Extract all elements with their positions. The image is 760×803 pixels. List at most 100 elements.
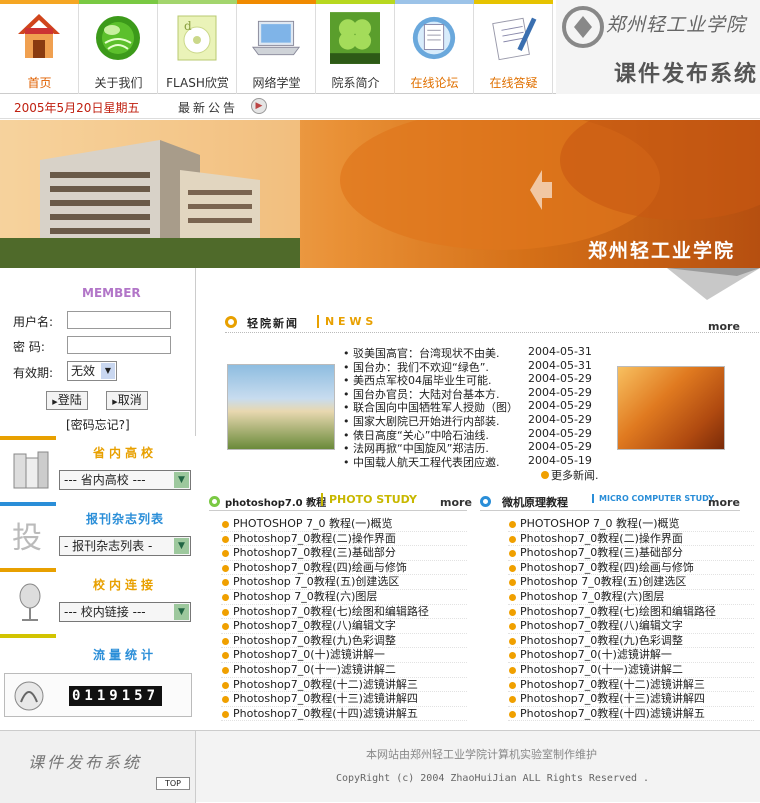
micro-more-link[interactable]: more — [708, 496, 740, 509]
site-logo: 郑州轻工业学院 课件发布系统 — [556, 0, 760, 94]
ps-more-link[interactable]: more — [440, 496, 472, 509]
provincial-colleges-select[interactable]: --- 省内高校 --- ▼ — [59, 470, 191, 490]
course-link[interactable]: Photoshop7_0教程(八)编辑文字 — [221, 619, 467, 634]
chevron-down-icon: ▼ — [174, 604, 189, 620]
nav-forum[interactable]: 在线论坛 — [395, 0, 474, 94]
news-title-en: N E W S — [317, 315, 373, 328]
news-item-date: 2004-05-29 — [528, 426, 592, 440]
course-link[interactable]: Photoshop7_0教程(十四)滤镜讲解五 — [508, 707, 754, 722]
bullet-icon — [225, 316, 237, 328]
course-link[interactable]: Photoshop7_0教程(十二)滤镜讲解三 — [508, 678, 754, 693]
course-link[interactable]: Photoshop7_0教程(十三)滤镜讲解四 — [221, 692, 467, 707]
stats-title: 流量统计 — [92, 648, 157, 662]
chevron-down-icon: ▼ — [174, 472, 189, 488]
nav-departments[interactable]: 院系简介 — [316, 0, 395, 94]
forgot-password-link[interactable]: [密码忘记?] — [66, 416, 130, 433]
course-link[interactable]: Photoshop7_0教程(九)色彩调整 — [508, 634, 754, 649]
nav-label: 网络学堂 — [252, 76, 301, 90]
back-to-top-button[interactable]: TOP — [156, 777, 190, 790]
news-item-date: 2004-05-29 — [528, 385, 592, 399]
bullet-icon — [480, 496, 491, 507]
login-button[interactable]: ▶登陆 — [46, 391, 88, 410]
footer-maintainer: 本网站由郑州轻工业学院计算机实验室制作维护 — [366, 748, 597, 761]
news-item-date: 2004-05-31 — [528, 345, 592, 358]
course-link[interactable]: Photoshop7_0教程(三)基础部分 — [508, 546, 754, 561]
laptop-icon — [251, 10, 301, 65]
announcement-arrow-icon[interactable]: ▶ — [251, 98, 267, 114]
course-link[interactable]: Photoshop7_0(十一)滤镜讲解二 — [221, 663, 467, 678]
nav-flash[interactable]: d FLASH欣赏 — [158, 0, 237, 94]
more-news-label: 更多新闻. — [551, 469, 599, 482]
course-link[interactable]: PHOTOSHOP 7_0 教程(一)概览 — [221, 517, 467, 532]
course-link[interactable]: Photoshop7_0教程(十四)滤镜讲解五 — [221, 707, 467, 722]
login-label: 登陆 — [57, 393, 82, 407]
course-link[interactable]: Photoshop7_0教程(二)操作界面 — [508, 532, 754, 547]
course-link[interactable]: Photoshop7_0教程(四)绘画与修饰 — [508, 561, 754, 576]
course-link[interactable]: Photoshop 7_0教程(五)创建选区 — [508, 575, 754, 590]
course-link[interactable]: Photoshop7_0(十一)滤镜讲解二 — [508, 663, 754, 678]
validity-select[interactable]: 无效 ▼ — [67, 361, 117, 381]
nav-qa[interactable]: 在线答疑 — [474, 0, 553, 94]
school-emblem-icon — [562, 6, 604, 48]
banner-school-name: 郑州轻工业学院 — [588, 240, 736, 262]
block-bar — [0, 634, 56, 638]
home-icon — [14, 10, 64, 65]
course-link[interactable]: Photoshop 7_0教程(五)创建选区 — [221, 575, 467, 590]
chevron-down-icon: ▼ — [101, 363, 115, 379]
campus-banner: 郑州轻工业学院 — [0, 120, 760, 268]
news-underline — [225, 332, 760, 333]
bullet-icon: • — [343, 455, 353, 469]
forum-icon — [409, 10, 459, 65]
password-input[interactable] — [67, 336, 171, 354]
news-photo-left — [227, 364, 335, 450]
nav-network-school[interactable]: 网络学堂 — [237, 0, 316, 94]
member-title: MEMBER — [82, 286, 141, 300]
globe-icon — [93, 10, 143, 65]
announcement-label: 最新公告 — [178, 101, 239, 115]
photoshop-list: PHOTOSHOP 7_0 教程(一)概览 Photoshop7_0教程(二)操作… — [221, 517, 467, 722]
course-link[interactable]: Photoshop7_0教程(三)基础部分 — [221, 546, 467, 561]
course-link[interactable]: Photoshop7_0教程(七)绘图和编辑路径 — [221, 605, 467, 620]
course-link[interactable]: Photoshop7_0教程(十二)滤镜讲解三 — [221, 678, 467, 693]
username-input[interactable] — [67, 311, 171, 329]
course-link[interactable]: Photoshop7_0教程(八)编辑文字 — [508, 619, 754, 634]
cancel-button[interactable]: ▶取消 — [106, 391, 148, 410]
magazines-select[interactable]: - 报刊杂志列表 - ▼ — [59, 536, 191, 556]
block-title: 报刊杂志列表 — [85, 512, 164, 526]
svg-text:d: d — [184, 19, 192, 33]
stats-icon — [14, 681, 44, 711]
magazines-block: 报刊杂志列表 投 - 报刊杂志列表 - ▼ — [0, 502, 196, 568]
course-link[interactable]: Photoshop7_0教程(七)绘图和编辑路径 — [508, 605, 754, 620]
course-link[interactable]: Photoshop7_0(十)滤镜讲解一 — [221, 648, 467, 663]
course-link[interactable]: Photoshop7_0(十)滤镜讲解一 — [508, 648, 754, 663]
more-news-link[interactable]: 更多新闻. — [541, 467, 599, 483]
validity-value: 无效 — [71, 364, 96, 378]
course-link[interactable]: Photoshop 7_0教程(六)图层 — [221, 590, 467, 605]
course-link[interactable]: Photoshop7_0教程(二)操作界面 — [221, 532, 467, 547]
password-label: 密 码: — [13, 340, 45, 354]
campus-links-select[interactable]: --- 校内链接 --- ▼ — [59, 602, 191, 622]
news-item-date: 2004-05-29 — [528, 440, 592, 454]
news-item-date: 2004-05-19 — [528, 453, 592, 467]
nav-label: 关于我们 — [94, 76, 143, 90]
footer-left: 课件发布系统 TOP — [0, 731, 196, 803]
nav-label: FLASH欣赏 — [166, 76, 229, 90]
block-bar — [0, 436, 56, 440]
course-link[interactable]: Photoshop7_0教程(四)绘画与修饰 — [221, 561, 467, 576]
course-link[interactable]: Photoshop 7_0教程(六)图层 — [508, 590, 754, 605]
nav-about[interactable]: 关于我们 — [79, 0, 158, 94]
ps-tag: PHOTO STUDY — [321, 493, 417, 506]
nav-strip — [237, 0, 316, 4]
chevron-down-icon: ▼ — [174, 538, 189, 554]
nav-label: 在线答疑 — [489, 76, 538, 90]
course-link[interactable]: Photoshop7_0教程(九)色彩调整 — [221, 634, 467, 649]
course-link[interactable]: Photoshop7_0教程(十三)滤镜讲解四 — [508, 692, 754, 707]
flash-disc-icon: d — [172, 10, 222, 65]
course-link[interactable]: PHOTOSHOP 7_0 教程(一)概览 — [508, 517, 754, 532]
left-sidebar: MEMBER 用户名: 密 码: 有效期: 无效 ▼ ▶登陆 ▶取消 [密码忘记… — [0, 268, 196, 730]
notepad-icon — [488, 10, 538, 65]
footer-copyright: CopyRight (c) 2004 ZhaoHuiJian ALL Right… — [336, 773, 650, 784]
nav-home[interactable]: 首页 — [0, 0, 79, 94]
school-name: 郑州轻工业学院 — [606, 14, 747, 36]
nav-label: 院系简介 — [331, 76, 380, 90]
